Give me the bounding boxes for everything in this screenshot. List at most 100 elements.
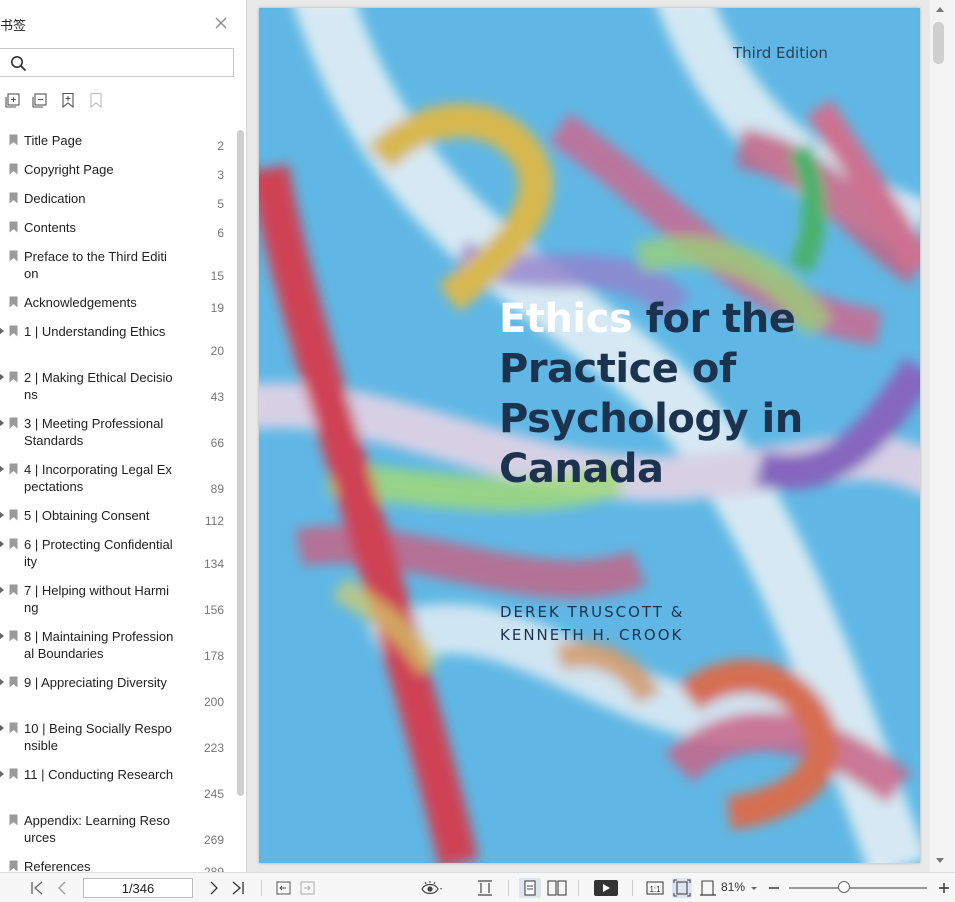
toolbar-separator xyxy=(578,880,579,896)
single-page-icon[interactable] xyxy=(519,878,541,898)
bookmark-page-number: 134 xyxy=(203,557,224,571)
previous-page-icon[interactable] xyxy=(56,879,68,897)
bookmark-icon xyxy=(9,463,18,475)
bookmark-item[interactable]: 10 | Being Socially Responsible 223 xyxy=(0,714,236,760)
bookmark-list: Title Page 2 Copyright Page 3 Dedication 5 Con… xyxy=(0,126,236,872)
delete-bookmark-icon[interactable] xyxy=(88,92,104,108)
bookmark-page-number: 200 xyxy=(203,695,224,709)
bookmark-item[interactable]: 8 | Maintaining Professional Boundaries 1… xyxy=(0,622,236,668)
cover-authors: DEREK TRUSCOTT & KENNETH H. CROOK xyxy=(500,601,684,647)
bookmark-icon xyxy=(9,417,18,429)
zoom-out-icon[interactable] xyxy=(768,879,780,897)
bookmark-item[interactable]: 9 | Appreciating Diversity 200 xyxy=(0,668,236,714)
bookmark-page-number: 3 xyxy=(217,168,224,182)
page-number-input[interactable] xyxy=(83,878,193,898)
bookmark-page-number: 15 xyxy=(210,269,224,283)
zoom-slider[interactable] xyxy=(789,887,927,889)
zoom-level[interactable]: 81% xyxy=(721,880,745,894)
bookmark-item[interactable]: Contents 6 xyxy=(0,213,236,242)
actual-size-icon[interactable]: 1:1 xyxy=(646,879,664,897)
bookmark-page-number: 43 xyxy=(210,390,224,404)
zoom-slider-thumb[interactable] xyxy=(838,881,851,893)
expand-arrow-icon[interactable] xyxy=(0,327,5,335)
bookmark-item[interactable]: 7 | Helping without Harming 156 xyxy=(0,576,236,622)
add-bookmark-icon[interactable] xyxy=(60,92,76,108)
bookmark-item[interactable]: 1 | Understanding Ethics 20 xyxy=(0,317,236,363)
search-input[interactable] xyxy=(33,52,229,73)
document-scrollbar[interactable] xyxy=(930,0,955,872)
status-toolbar: 1:1 81% xyxy=(0,872,955,902)
bookmark-page-number: 6 xyxy=(217,226,224,240)
document-scrollbar-thumb[interactable] xyxy=(933,22,944,64)
bookmark-label: 2 | Making Ethical Decisions xyxy=(24,370,173,402)
bookmark-page-number: 289 xyxy=(203,865,224,872)
bookmark-search[interactable] xyxy=(0,48,234,77)
scroll-up-icon[interactable] xyxy=(936,6,944,12)
fit-height-icon[interactable] xyxy=(477,879,493,897)
svg-text:1:1: 1:1 xyxy=(649,885,661,894)
bookmark-label: 5 | Obtaining Consent xyxy=(24,508,150,523)
expand-arrow-icon[interactable] xyxy=(0,465,5,473)
two-page-icon[interactable] xyxy=(547,879,567,897)
bookmark-item[interactable]: Dedication 5 xyxy=(0,184,236,213)
cover-author-1: DEREK TRUSCOTT & xyxy=(500,603,685,621)
toolbar-separator xyxy=(261,880,262,896)
bookmark-item[interactable]: 4 | Incorporating Legal Expectations 89 xyxy=(0,455,236,501)
first-page-icon[interactable] xyxy=(30,879,44,897)
bookmark-icon xyxy=(9,538,18,550)
fit-page-icon[interactable] xyxy=(672,878,692,898)
bookmark-item[interactable]: 2 | Making Ethical Decisions 43 xyxy=(0,363,236,409)
bookmark-item[interactable]: 3 | Meeting Professional Standards 66 xyxy=(0,409,236,455)
bookmark-page-number: 245 xyxy=(203,787,224,801)
expand-arrow-icon[interactable] xyxy=(0,632,5,640)
bookmark-label: 3 | Meeting Professional Standards xyxy=(24,416,164,448)
bookmark-item[interactable]: Appendix: Learning Resources 269 xyxy=(0,806,236,852)
bookmark-icon xyxy=(9,509,18,521)
bookmark-icon xyxy=(9,630,18,642)
bookmark-label: 1 | Understanding Ethics xyxy=(24,324,166,339)
bookmark-item[interactable]: Copyright Page 3 xyxy=(0,155,236,184)
fit-width-icon[interactable] xyxy=(699,879,717,897)
expand-arrow-icon[interactable] xyxy=(0,678,5,686)
bookmark-scrollbar-thumb[interactable] xyxy=(237,130,244,796)
bookmark-page-number: 156 xyxy=(203,603,224,617)
expand-arrow-icon[interactable] xyxy=(0,770,5,778)
bookmark-panel-title: 书签 xyxy=(0,19,27,34)
close-icon[interactable] xyxy=(214,16,228,30)
last-page-icon[interactable] xyxy=(231,879,245,897)
bookmark-page-number: 20 xyxy=(210,344,224,358)
expand-arrow-icon[interactable] xyxy=(0,419,5,427)
pdf-page-cover: Third Edition Ethics for the Practice of… xyxy=(259,8,920,863)
bookmark-item[interactable]: Preface to the Third Edition 15 xyxy=(0,242,236,288)
expand-arrow-icon[interactable] xyxy=(0,373,5,381)
read-mode-icon[interactable] xyxy=(421,879,443,897)
bookmark-icon xyxy=(9,325,18,337)
bookmark-item[interactable]: 11 | Conducting Research 245 xyxy=(0,760,236,806)
slideshow-play-icon[interactable] xyxy=(594,879,618,897)
bookmark-page-number: 89 xyxy=(210,482,224,496)
bookmark-item[interactable]: Acknowledgements 19 xyxy=(0,288,236,317)
collapse-all-icon[interactable] xyxy=(32,92,48,108)
next-page-icon[interactable] xyxy=(208,879,220,897)
expand-arrow-icon[interactable] xyxy=(0,540,5,548)
bookmark-page-number: 19 xyxy=(210,301,224,315)
bookmark-icon xyxy=(9,584,18,596)
scroll-down-icon[interactable] xyxy=(936,858,944,864)
cover-author-2: KENNETH H. CROOK xyxy=(500,626,684,644)
bookmark-item[interactable]: 5 | Obtaining Consent 112 xyxy=(0,501,236,530)
bookmark-label: 8 | Maintaining Professional Boundaries xyxy=(24,629,174,661)
bookmark-item[interactable]: References 289 xyxy=(0,852,236,872)
zoom-dropdown-icon[interactable] xyxy=(750,879,758,897)
next-view-icon[interactable] xyxy=(300,879,315,897)
bookmark-item[interactable]: Title Page 2 xyxy=(0,126,236,155)
expand-arrow-icon[interactable] xyxy=(0,586,5,594)
previous-view-icon[interactable] xyxy=(276,879,291,897)
bookmark-icon xyxy=(9,860,18,872)
expand-all-icon[interactable] xyxy=(5,92,21,108)
search-icon xyxy=(11,56,27,72)
bookmark-label: 11 | Conducting Research xyxy=(24,767,174,782)
bookmark-item[interactable]: 6 | Protecting Confidentiality 134 xyxy=(0,530,236,576)
expand-arrow-icon[interactable] xyxy=(0,511,5,519)
expand-arrow-icon[interactable] xyxy=(0,724,5,732)
zoom-in-icon[interactable] xyxy=(938,879,950,897)
